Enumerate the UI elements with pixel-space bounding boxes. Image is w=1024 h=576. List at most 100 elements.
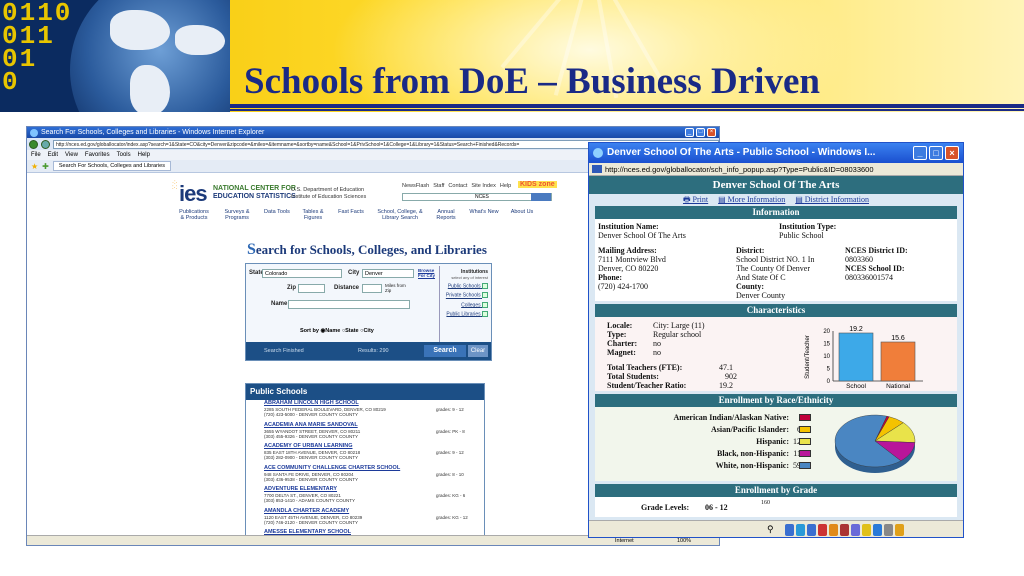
search-scope-select[interactable]: NCES [475,194,489,200]
link-site-index[interactable]: Site Index [471,183,495,189]
phone-value: (720) 424-1700 [598,282,648,291]
nav-annual-reports[interactable]: Annual Reports [433,209,459,221]
distance-select[interactable] [362,284,382,293]
zip-input[interactable] [298,284,325,293]
nav-school-search[interactable]: School, College, & Library Search [376,209,424,221]
miles-label: Miles from Zip [385,283,406,293]
checkbox-checked[interactable] [482,310,488,317]
school-link[interactable]: ADVENTURE ELEMENTARY [264,486,484,493]
link-newsflash[interactable]: NewsFlash [402,183,429,189]
maximize-button[interactable]: □ [696,128,705,137]
y-tick-label: 0 [827,379,831,385]
minimize-button[interactable]: _ [685,128,694,137]
popup-url[interactable]: http://nces.ed.gov/globallocator/sch_inf… [605,165,874,174]
nav-whats-new[interactable]: What's New [468,209,500,221]
school-row: AMANDLA CHARTER ACADEMY 1120 EAST 45TH AV… [246,508,484,530]
search-button[interactable]: Search [424,345,466,357]
ies-logo[interactable]: ies [179,181,208,207]
app-tray-icon[interactable] [829,524,838,536]
back-button[interactable] [29,139,38,149]
institution-name: Denver School Of The Arts [598,231,686,240]
browse-city-link[interactable]: Browse For City [418,268,436,278]
menu-tools[interactable]: Tools [117,150,131,160]
institution-type-label: Institution Type: [779,222,837,231]
district-info-link[interactable]: ▤ District Information [795,194,869,206]
site-search-input[interactable]: NCES [402,193,552,201]
state-select[interactable]: Colorado [262,269,342,278]
filter-public-libraries[interactable]: Public Libraries [440,310,488,317]
school-link[interactable]: ABRAHAM LINCOLN HIGH SCHOOL [264,400,484,407]
window-titlebar: Search For Schools, Colleges and Librari… [27,127,719,138]
nav-about-us[interactable]: About Us [509,209,535,221]
app-tray-icon[interactable] [840,524,849,536]
nav-data-tools[interactable]: Data Tools [263,209,291,221]
students-value: 902 [725,372,737,381]
checkbox-checked[interactable] [482,292,488,299]
magnet-label: Magnet: [607,348,636,357]
checkbox-checked[interactable] [482,301,488,308]
network-icon[interactable] [796,524,805,536]
race-swatch [799,426,811,433]
type-label: Type: [607,330,627,339]
name-input[interactable] [288,300,410,309]
mailing-line: 7111 Montview Blvd [598,255,666,264]
link-staff[interactable]: Staff [433,183,444,189]
link-help[interactable]: Help [500,183,511,189]
filter-public-schools[interactable]: Public Schools [440,283,488,289]
ies-dots-icon: ·:·:·: [172,180,178,191]
mailing-line: Denver, CO 80220 [598,264,659,273]
nav-tables[interactable]: Tables & Figures [300,209,326,221]
locale-label: Locale: [607,321,633,330]
print-link[interactable]: 🖶 Print [683,194,708,206]
district-line: The County Of Denver [736,264,810,273]
nav-surveys[interactable]: Surveys & Programs [220,209,254,221]
back-tray-icon[interactable] [785,524,794,536]
add-favorite-icon[interactable]: ✚ [42,162,49,171]
maximize-button[interactable]: □ [929,146,943,160]
close-button[interactable]: × [707,128,716,137]
close-button[interactable]: × [945,146,959,160]
menu-file[interactable]: File [31,150,41,160]
search-icon[interactable]: ⚲ [767,524,781,536]
folder-icon[interactable] [862,524,871,536]
menu-favorites[interactable]: Favorites [85,150,110,160]
search-status-bar: Search Finished Results: 290 Search Clea… [246,342,491,360]
school-link[interactable]: AMANDLA CHARTER ACADEMY [264,508,484,515]
bluetooth-icon[interactable] [807,524,816,536]
app-tray-icon[interactable] [873,524,882,536]
app-tray-icon[interactable] [884,524,893,536]
link-contact[interactable]: Contact [448,183,467,189]
school-link[interactable]: ACADEMIA ANA MARIE SANDOVAL [264,422,484,429]
app-tray-icon[interactable] [895,524,904,536]
sort-by: Sort by ◉Name ○State ○City [300,328,374,334]
search-heading: Search for Schools, Colleges, and Librar… [247,241,487,259]
nces-district-label: NCES District ID: [845,246,908,255]
tab-search[interactable]: Search For Schools, Colleges and Librari… [52,161,171,171]
school-link[interactable]: ACADEMY OF URBAN LEARNING [264,443,484,450]
menu-edit[interactable]: Edit [48,150,58,160]
student-teacher-bar-chart: Student/Teacher 0 5 10 15 20 19.2 School 15.6 Nat… [805,326,923,389]
site-search-go-button[interactable] [531,193,551,201]
menu-help[interactable]: Help [138,150,150,160]
checkbox-checked[interactable] [482,283,488,289]
filter-private-schools[interactable]: Private Schools [440,292,488,299]
nav-fast-facts[interactable]: Fast Facts [335,209,367,221]
popup-window-title: Denver School Of The Arts - Public Schoo… [607,147,876,158]
mail-icon[interactable] [818,524,827,536]
favorites-star-icon[interactable]: ★ [31,162,38,171]
clear-button[interactable]: Clear [468,345,488,357]
filter-colleges[interactable]: Colleges [440,301,488,308]
more-info-link[interactable]: ▤ More Information [718,194,785,206]
nav-publications[interactable]: Publications & Products [177,209,211,221]
forward-button[interactable] [41,139,50,149]
search-heading-initial: S [247,241,256,258]
school-row: ACE COMMUNITY CHALLENGE CHARTER SCHOOL 94… [246,465,484,487]
city-input[interactable]: Denver [362,269,414,278]
minimize-button[interactable]: _ [913,146,927,160]
menu-view[interactable]: View [65,150,78,160]
race-label: Black, non-Hispanic: [716,449,789,458]
kids-zone-link[interactable]: KIDS zone [518,181,557,188]
sort-label: Sort by [300,328,319,334]
school-link[interactable]: ACE COMMUNITY CHALLENGE CHARTER SCHOOL [264,465,484,472]
app-tray-icon[interactable] [851,524,860,536]
